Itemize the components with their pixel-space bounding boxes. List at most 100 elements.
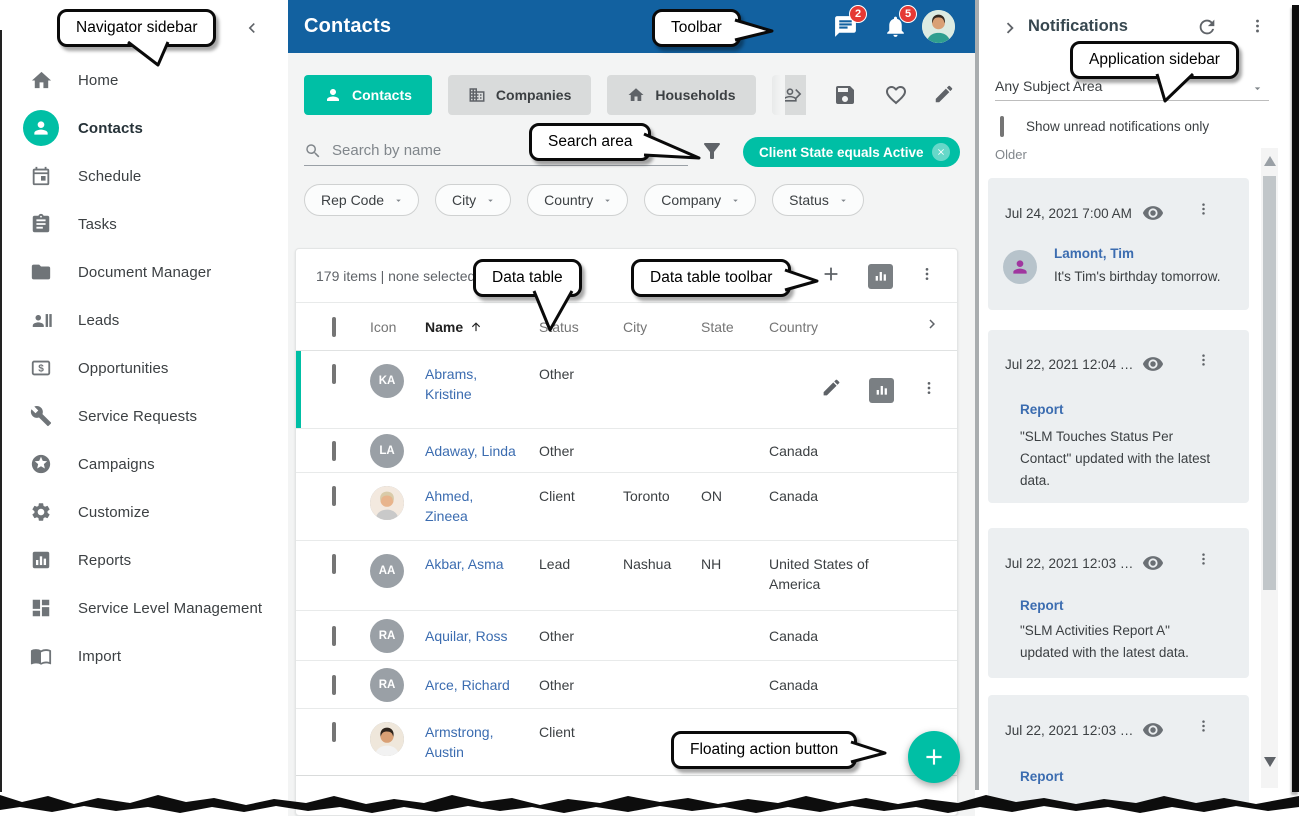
sidebar-item-label: Contacts: [78, 120, 143, 137]
unread-only-checkbox[interactable]: [1000, 116, 1004, 137]
row-checkbox[interactable]: [332, 675, 336, 695]
notification-time: Jul 22, 2021 12:03 …: [1005, 556, 1133, 571]
scroll-down-arrow[interactable]: [1264, 754, 1276, 772]
chip-remove-button[interactable]: [932, 143, 950, 161]
select-all-checkbox[interactable]: [332, 317, 336, 337]
scroll-up-arrow[interactable]: [1264, 153, 1276, 171]
subject-area-select[interactable]: Any Subject Area: [995, 78, 1102, 94]
column-header-state[interactable]: State: [701, 319, 757, 335]
row-checkbox[interactable]: [332, 626, 336, 646]
table-menu-button[interactable]: [919, 265, 935, 288]
sidebar-item-import[interactable]: Import: [2, 632, 288, 680]
funnel-icon: [700, 139, 724, 163]
select-underline: [995, 100, 1269, 101]
sidebar-item-leads[interactable]: Leads: [2, 296, 288, 344]
notification-card[interactable]: Jul 22, 2021 12:03 … Report "SLM Activit…: [988, 528, 1249, 678]
filter-status[interactable]: Status: [772, 184, 864, 216]
chart-view-button[interactable]: [868, 264, 893, 289]
table-row[interactable]: Ahmed, Zineea Client Toronto ON Canada: [296, 473, 957, 541]
chevron-left-icon: [242, 18, 262, 38]
column-header-country[interactable]: Country: [769, 319, 919, 335]
contact-name-link[interactable]: Abrams, Kristine: [425, 364, 509, 404]
sidebar-collapse-button[interactable]: [240, 16, 264, 40]
group-label: Older: [995, 147, 1027, 162]
notification-link[interactable]: Report: [1020, 598, 1064, 613]
sidebar-item-contacts[interactable]: Contacts: [2, 104, 288, 152]
table-row[interactable]: KA Abrams, Kristine Other: [296, 351, 957, 429]
tab-households[interactable]: Households: [607, 75, 755, 115]
row-checkbox[interactable]: [332, 364, 336, 384]
row-checkbox[interactable]: [332, 441, 336, 461]
table-row[interactable]: RA Aquilar, Ross Other Canada: [296, 611, 957, 661]
notification-menu-button[interactable]: [1196, 717, 1211, 740]
notifications-button[interactable]: 5: [883, 14, 909, 40]
row-checkbox[interactable]: [332, 554, 336, 574]
favorite-button[interactable]: [884, 83, 908, 107]
filter-rep-code[interactable]: Rep Code: [304, 184, 419, 216]
row-chart-button[interactable]: [869, 378, 894, 403]
tab-companies[interactable]: Companies: [448, 75, 591, 115]
sidebar-item-document-manager[interactable]: Document Manager: [2, 248, 288, 296]
column-header-city[interactable]: City: [623, 319, 689, 335]
sidebar-item-service-level-management[interactable]: Service Level Management: [2, 584, 288, 632]
contact-name-link[interactable]: Adaway, Linda: [425, 441, 525, 461]
table-row[interactable]: LA Adaway, Linda Other Canada: [296, 429, 957, 473]
data-table-toolbar: 179 items | none selected: [296, 249, 957, 303]
mark-read-button[interactable]: [1140, 353, 1166, 380]
sidebar-menu-button[interactable]: [1249, 16, 1266, 41]
sidebar-item-opportunities[interactable]: $ Opportunities: [2, 344, 288, 392]
nav-list: Home Contacts Schedule Tasks Document Ma…: [2, 56, 288, 680]
contact-name-link[interactable]: Aquilar, Ross: [425, 626, 525, 646]
notification-link[interactable]: Lamont, Tim: [1054, 246, 1134, 261]
active-filter-chip[interactable]: Client State equals Active: [743, 137, 960, 167]
scrollbar-thumb[interactable]: [1263, 176, 1276, 590]
eye-icon: [1140, 353, 1166, 375]
user-avatar[interactable]: [922, 10, 955, 43]
filter-country[interactable]: Country: [527, 184, 628, 216]
filter-company[interactable]: Company: [644, 184, 756, 216]
contact-name-link[interactable]: Akbar, Asma: [425, 554, 525, 574]
row-menu-button[interactable]: [921, 379, 937, 402]
row-checkbox[interactable]: [332, 722, 336, 742]
floating-action-button[interactable]: [908, 731, 960, 783]
columns-overflow-button[interactable]: [923, 315, 941, 338]
row-checkbox[interactable]: [332, 486, 336, 506]
sidebar-item-campaigns[interactable]: Campaigns: [2, 440, 288, 488]
column-header-name[interactable]: Name: [425, 319, 525, 335]
sidebar-item-schedule[interactable]: Schedule: [2, 152, 288, 200]
add-button[interactable]: [820, 263, 842, 290]
tab-contacts[interactable]: Contacts: [304, 75, 432, 115]
sidebar-item-reports[interactable]: Reports: [2, 536, 288, 584]
notification-menu-button[interactable]: [1196, 351, 1211, 374]
mark-read-button[interactable]: [1140, 552, 1166, 579]
contact-name-link[interactable]: Armstrong, Austin: [425, 722, 509, 762]
chat-button[interactable]: 2: [833, 14, 859, 40]
sidebar-item-service-requests[interactable]: Service Requests: [2, 392, 288, 440]
contact-name-link[interactable]: Arce, Richard: [425, 675, 525, 695]
notification-link[interactable]: Report: [1020, 402, 1064, 417]
avatar: LA: [370, 434, 404, 468]
sidebar-item-customize[interactable]: Customize: [2, 488, 288, 536]
sidebar-item-tasks[interactable]: Tasks: [2, 200, 288, 248]
caret-down-icon[interactable]: [1251, 82, 1264, 100]
filter-button[interactable]: [700, 139, 724, 163]
edit-views-button[interactable]: [933, 83, 957, 107]
sidebar-expand-button[interactable]: [999, 17, 1021, 44]
mark-read-button[interactable]: [1140, 719, 1166, 746]
notification-menu-button[interactable]: [1196, 200, 1211, 223]
tabs-scroll-right-button[interactable]: [788, 84, 808, 109]
row-edit-button[interactable]: [821, 377, 842, 403]
contact-name-link[interactable]: Ahmed, Zineea: [425, 486, 509, 526]
notification-card[interactable]: Jul 22, 2021 12:04 … Report "SLM Touches…: [988, 330, 1249, 503]
sidebar-resize-handle[interactable]: [975, 0, 979, 790]
mark-read-button[interactable]: [1140, 202, 1166, 229]
refresh-button[interactable]: [1196, 16, 1218, 43]
column-header-icon[interactable]: Icon: [370, 319, 404, 335]
notification-card[interactable]: Jul 24, 2021 7:00 AM Lamont, Tim It's Ti…: [988, 178, 1249, 310]
table-row[interactable]: RA Arce, Richard Other Canada: [296, 661, 957, 709]
gear-icon: [22, 493, 60, 531]
table-row[interactable]: AA Akbar, Asma Lead Nashua NH United Sta…: [296, 541, 957, 611]
notification-menu-button[interactable]: [1196, 550, 1211, 573]
filter-city[interactable]: City: [435, 184, 511, 216]
save-view-button[interactable]: [833, 83, 857, 107]
